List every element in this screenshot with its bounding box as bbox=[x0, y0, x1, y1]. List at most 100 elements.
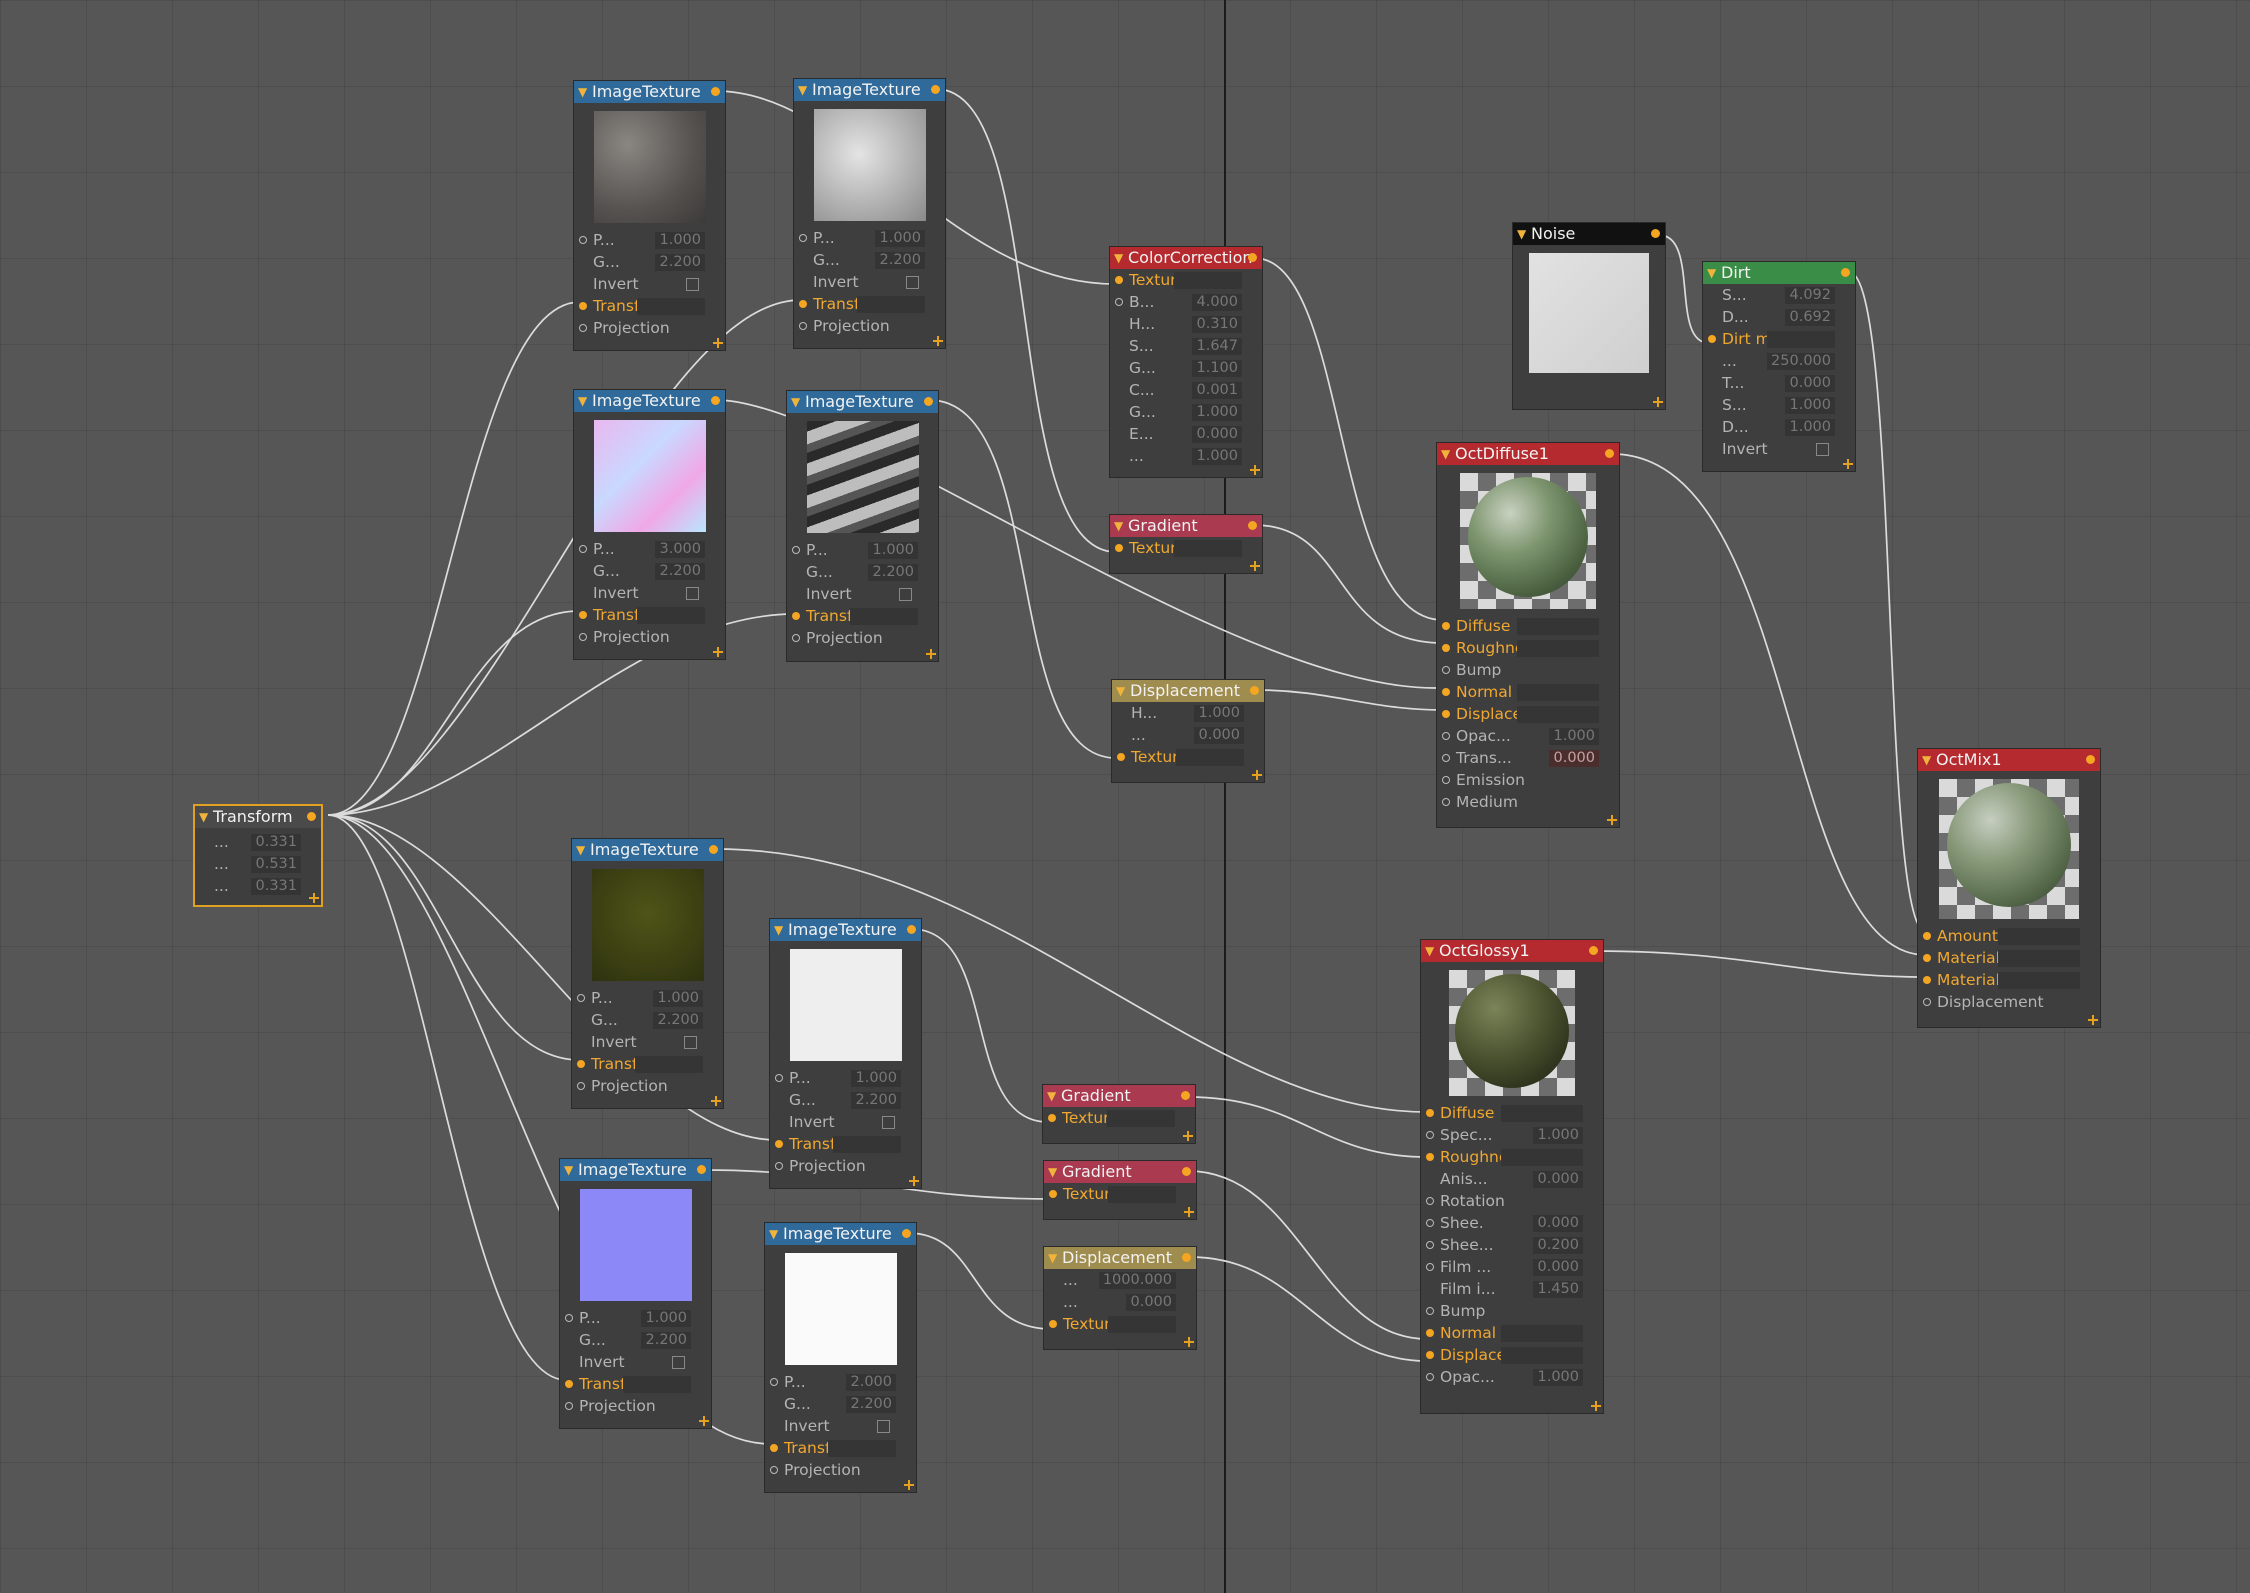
invert-checkbox[interactable] bbox=[686, 278, 699, 291]
param-value[interactable]: 0.000 bbox=[1785, 375, 1835, 392]
input-port-icon[interactable] bbox=[1117, 753, 1125, 761]
output-port-icon[interactable] bbox=[1605, 449, 1614, 458]
input-port-icon[interactable] bbox=[775, 1162, 783, 1170]
triangle-down-icon[interactable]: ▼ bbox=[1114, 247, 1123, 269]
resize-grip-icon[interactable] bbox=[1250, 561, 1260, 571]
node-graph-canvas[interactable]: ▼ ImageTexture P... 1.000 G... 2.200 Invert… bbox=[0, 0, 2250, 1593]
param-value[interactable]: 1.000 bbox=[1192, 448, 1242, 465]
input-port-icon[interactable] bbox=[799, 300, 807, 308]
param-value[interactable]: 1000.000 bbox=[1098, 1272, 1176, 1289]
image-texture-node[interactable]: ▼ ImageTexture P... 1.000 G... 2.200 Invert… bbox=[559, 1158, 712, 1429]
power-value[interactable]: 1.000 bbox=[655, 232, 705, 249]
node-header[interactable]: ▼ Gradient bbox=[1110, 515, 1262, 537]
color-correction-node[interactable]: ▼ ColorCorrection Texture B... 4.000 H... 0… bbox=[1109, 246, 1263, 478]
invert-checkbox[interactable] bbox=[877, 1420, 890, 1433]
param-value[interactable]: 1.100 bbox=[1192, 360, 1242, 377]
triangle-down-icon[interactable]: ▼ bbox=[578, 81, 587, 103]
input-port-icon[interactable] bbox=[579, 324, 587, 332]
resize-grip-icon[interactable] bbox=[309, 893, 319, 903]
triangle-down-icon[interactable]: ▼ bbox=[1116, 680, 1125, 702]
gradient-node[interactable]: ▼ Gradient Texture bbox=[1042, 1084, 1196, 1144]
input-port-icon[interactable] bbox=[1048, 1114, 1056, 1122]
param-value[interactable]: 1.000 bbox=[1785, 397, 1835, 414]
image-texture-node[interactable]: ▼ ImageTexture P... 1.000 G... 2.200 Invert… bbox=[571, 838, 724, 1109]
output-port-icon[interactable] bbox=[711, 396, 720, 405]
input-port-icon[interactable] bbox=[1115, 544, 1123, 552]
oct-glossy-material-node[interactable]: ▼ OctGlossy1 Diffuse Spec... 1.000 Roughne… bbox=[1420, 939, 1604, 1414]
input-port-icon[interactable] bbox=[579, 236, 587, 244]
transmission-value[interactable]: 0.000 bbox=[1549, 750, 1599, 767]
triangle-down-icon[interactable]: ▼ bbox=[1517, 223, 1526, 245]
input-port-icon[interactable] bbox=[1426, 1131, 1434, 1139]
output-port-icon[interactable] bbox=[1651, 229, 1660, 238]
input-port-icon[interactable] bbox=[1442, 776, 1450, 784]
power-value[interactable]: 1.000 bbox=[875, 230, 925, 247]
resize-grip-icon[interactable] bbox=[1184, 1207, 1194, 1217]
resize-grip-icon[interactable] bbox=[1183, 1131, 1193, 1141]
output-port-icon[interactable] bbox=[697, 1165, 706, 1174]
invert-checkbox[interactable] bbox=[906, 276, 919, 289]
node-header[interactable]: ▼ Displacement bbox=[1112, 680, 1264, 702]
gamma-value[interactable]: 2.200 bbox=[641, 1332, 691, 1349]
input-port-icon[interactable] bbox=[775, 1140, 783, 1148]
input-port-icon[interactable] bbox=[577, 994, 585, 1002]
power-value[interactable]: 1.000 bbox=[641, 1310, 691, 1327]
resize-grip-icon[interactable] bbox=[926, 649, 936, 659]
node-header[interactable]: ▼ Gradient bbox=[1044, 1161, 1196, 1183]
triangle-down-icon[interactable]: ▼ bbox=[578, 390, 587, 412]
input-port-icon[interactable] bbox=[1923, 932, 1931, 940]
output-port-icon[interactable] bbox=[709, 845, 718, 854]
input-port-icon[interactable] bbox=[1442, 754, 1450, 762]
param-value[interactable]: 1.647 bbox=[1192, 338, 1242, 355]
input-port-icon[interactable] bbox=[579, 611, 587, 619]
node-header[interactable]: ▼ OctGlossy1 bbox=[1421, 940, 1603, 962]
output-port-icon[interactable] bbox=[907, 925, 916, 934]
input-port-icon[interactable] bbox=[1442, 688, 1450, 696]
input-port-icon[interactable] bbox=[565, 1380, 573, 1388]
image-texture-node[interactable]: ▼ ImageTexture P... 1.000 G... 2.200 Invert… bbox=[573, 80, 726, 351]
resize-grip-icon[interactable] bbox=[1653, 397, 1663, 407]
input-port-icon[interactable] bbox=[770, 1444, 778, 1452]
image-texture-node[interactable]: ▼ ImageTexture P... 1.000 G... 2.200 Invert… bbox=[769, 918, 922, 1189]
resize-grip-icon[interactable] bbox=[1250, 465, 1260, 475]
param-value[interactable]: 1.000 bbox=[1785, 419, 1835, 436]
resize-grip-icon[interactable] bbox=[909, 1176, 919, 1186]
node-header[interactable]: ▼ ImageTexture bbox=[765, 1223, 916, 1245]
triangle-down-icon[interactable]: ▼ bbox=[791, 391, 800, 413]
resize-grip-icon[interactable] bbox=[713, 647, 723, 657]
node-header[interactable]: ▼ ImageTexture bbox=[770, 919, 921, 941]
output-port-icon[interactable] bbox=[1248, 521, 1257, 530]
input-port-icon[interactable] bbox=[775, 1074, 783, 1082]
input-port-icon[interactable] bbox=[1115, 276, 1123, 284]
input-port-icon[interactable] bbox=[1426, 1109, 1434, 1117]
power-value[interactable]: 1.000 bbox=[851, 1070, 901, 1087]
param-value[interactable]: 0.331 bbox=[251, 878, 301, 895]
node-header[interactable]: ▼ ImageTexture bbox=[560, 1159, 711, 1181]
triangle-down-icon[interactable]: ▼ bbox=[1441, 443, 1450, 465]
resize-grip-icon[interactable] bbox=[1184, 1337, 1194, 1347]
input-port-icon[interactable] bbox=[792, 546, 800, 554]
node-header[interactable]: ▼ ImageTexture bbox=[787, 391, 938, 413]
input-port-icon[interactable] bbox=[1426, 1351, 1434, 1359]
opacity-value[interactable]: 1.000 bbox=[1533, 1369, 1583, 1386]
output-port-icon[interactable] bbox=[1589, 946, 1598, 955]
film-index-value[interactable]: 1.450 bbox=[1533, 1281, 1583, 1298]
input-port-icon[interactable] bbox=[1442, 644, 1450, 652]
invert-checkbox[interactable] bbox=[882, 1116, 895, 1129]
triangle-down-icon[interactable]: ▼ bbox=[1048, 1247, 1057, 1269]
node-header[interactable]: ▼ ImageTexture bbox=[794, 79, 945, 101]
input-port-icon[interactable] bbox=[1426, 1197, 1434, 1205]
param-value[interactable]: 0.331 bbox=[251, 834, 301, 851]
resize-grip-icon[interactable] bbox=[699, 1416, 709, 1426]
power-value[interactable]: 1.000 bbox=[653, 990, 703, 1007]
input-port-icon[interactable] bbox=[770, 1466, 778, 1474]
param-value[interactable]: 250.000 bbox=[1767, 353, 1835, 370]
output-port-icon[interactable] bbox=[931, 85, 940, 94]
output-port-icon[interactable] bbox=[1248, 253, 1257, 262]
film-width-value[interactable]: 0.000 bbox=[1533, 1259, 1583, 1276]
node-header[interactable]: ▼ ColorCorrection bbox=[1110, 247, 1262, 269]
resize-grip-icon[interactable] bbox=[713, 338, 723, 348]
invert-checkbox[interactable] bbox=[686, 587, 699, 600]
input-port-icon[interactable] bbox=[577, 1082, 585, 1090]
input-port-icon[interactable] bbox=[1442, 622, 1450, 630]
